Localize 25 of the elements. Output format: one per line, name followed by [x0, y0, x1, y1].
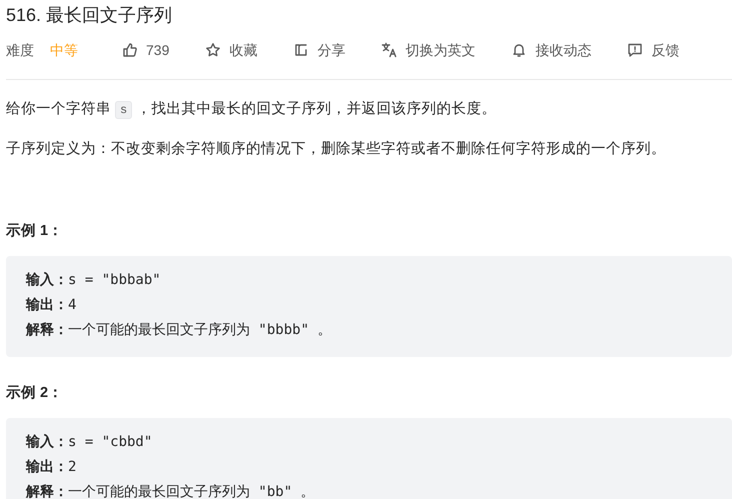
example-line: 输出：4 — [26, 296, 78, 315]
example-line: 输入：s = "cbbd" — [26, 433, 154, 452]
example-heading: 示例 1： — [6, 222, 64, 241]
example-line: 解释：一个可能的最长回文子序列为 "bbbb" 。 — [26, 321, 332, 340]
action-button[interactable]: 切换为英文 — [381, 40, 476, 60]
action-button[interactable]: 反馈 — [627, 40, 680, 60]
difficulty-value: 中等 — [50, 41, 78, 60]
thumbs-up-icon — [122, 42, 138, 58]
action-button[interactable]: 收藏 — [205, 40, 258, 60]
problem-title: 516. 最长回文子序列 — [6, 4, 174, 27]
star-icon — [205, 42, 222, 58]
action-button[interactable]: 接收动态 — [511, 40, 592, 60]
share-icon — [293, 42, 310, 58]
translate-icon — [381, 42, 398, 58]
description-paragraph: 子序列定义为：不改变剩余字符顺序的情况下，删除某些字符或者不删除任何字符形成的一个序列。 — [6, 140, 667, 159]
example-heading: 示例 2： — [6, 384, 64, 403]
example-line: 解释：一个可能的最长回文子序列为 "bb" 。 — [26, 483, 316, 499]
example-line: 输入：s = "bbbab" — [26, 271, 162, 290]
bell-icon — [511, 42, 528, 58]
action-button[interactable]: 739 — [122, 40, 170, 60]
feedback-icon — [627, 42, 644, 58]
example-line: 输出：2 — [26, 458, 78, 477]
difficulty-label: 难度 — [6, 41, 34, 60]
description-paragraph: 给你一个字符串 s ，找出其中最长的回文子序列，并返回该序列的长度。 — [6, 100, 498, 121]
action-button[interactable]: 分享 — [293, 40, 346, 60]
